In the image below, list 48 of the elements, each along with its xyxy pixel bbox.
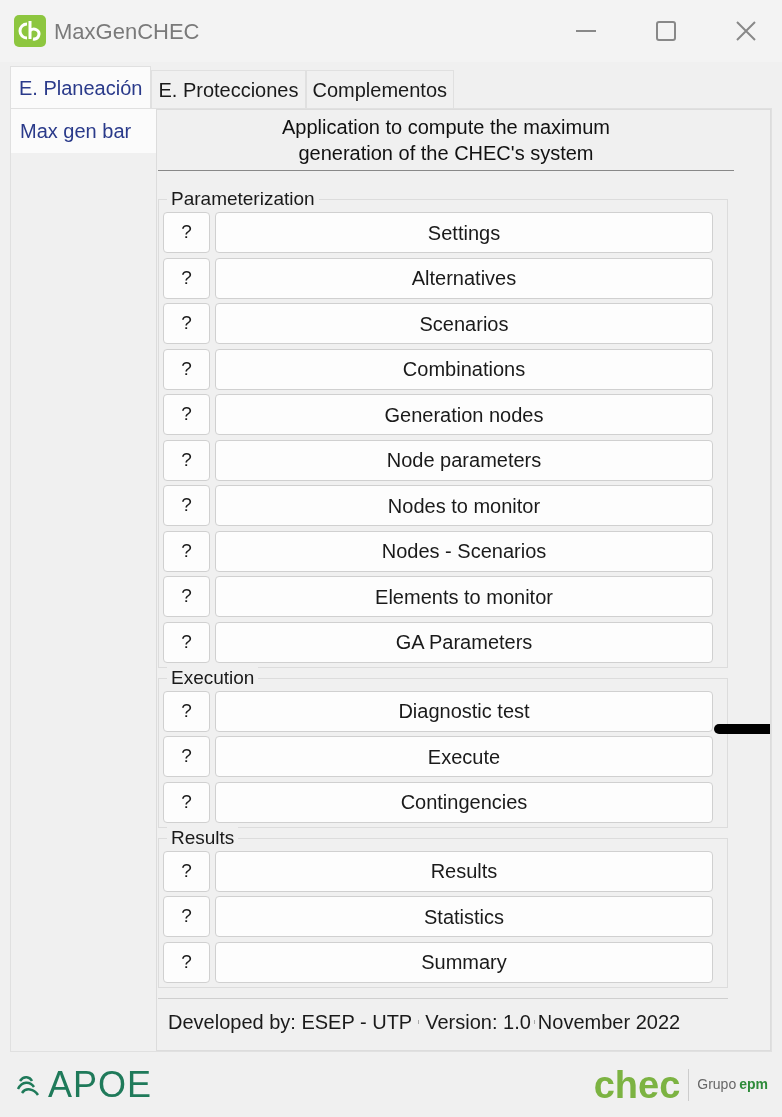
action-button[interactable]: GA Parameters (215, 621, 713, 663)
help-button[interactable]: ? (163, 485, 210, 526)
action-button[interactable]: Node parameters (215, 439, 713, 481)
action-button[interactable]: Contingencies (215, 781, 713, 823)
action-button[interactable]: Nodes to monitor (215, 485, 713, 526)
action-button[interactable]: Scenarios (215, 303, 713, 344)
action-button[interactable]: Execute (215, 736, 713, 777)
action-button[interactable]: Nodes - Scenarios (215, 530, 713, 572)
action-button[interactable]: Settings (215, 212, 713, 253)
action-button[interactable]: Summary (215, 941, 713, 983)
help-button[interactable]: ? (163, 303, 210, 344)
date-text: November 2022 (537, 1009, 681, 1035)
window-title: MaxGenCHEC (54, 17, 200, 46)
action-button[interactable]: Alternatives (215, 257, 713, 299)
epm-logo: epm (739, 1075, 768, 1094)
action-button[interactable]: Elements to monitor (215, 576, 713, 617)
help-button[interactable]: ? (163, 257, 210, 299)
header-text: Application to compute the maximum generation of the CHEC's system (281, 115, 611, 166)
apoe-logo: APOE (48, 1064, 153, 1105)
group-label: Grupo (697, 1075, 737, 1094)
developer-text: Developed by: ESEP - UTP (168, 1009, 413, 1035)
app-logo-icon (14, 15, 46, 47)
help-button[interactable]: ? (163, 850, 210, 892)
close-icon[interactable] (736, 21, 756, 41)
action-button[interactable]: Diagnostic test (215, 690, 713, 732)
help-button[interactable]: ? (163, 576, 210, 617)
help-button[interactable]: ? (163, 896, 210, 937)
action-button[interactable]: Generation nodes (215, 394, 713, 435)
help-button[interactable]: ? (163, 348, 210, 390)
help-button[interactable]: ? (163, 941, 210, 983)
action-button[interactable]: Results (215, 850, 713, 892)
tab[interactable]: E. Protecciones (151, 70, 306, 108)
action-button[interactable]: Statistics (215, 896, 713, 937)
version-text: Version: 1.0 (425, 1009, 531, 1035)
chec-logo: chec (593, 1064, 681, 1105)
tab[interactable]: Complementos (305, 70, 454, 108)
help-button[interactable]: ? (163, 781, 210, 823)
help-button[interactable]: ? (163, 530, 210, 572)
maximize-icon[interactable] (656, 21, 676, 41)
help-button[interactable]: ? (163, 621, 210, 663)
help-button[interactable]: ? (163, 212, 210, 253)
tab[interactable]: E. Planeación (10, 66, 152, 108)
help-button[interactable]: ? (163, 690, 210, 732)
help-button[interactable]: ? (163, 394, 210, 435)
help-button[interactable]: ? (163, 439, 210, 481)
help-button[interactable]: ? (163, 736, 210, 777)
dash-mark (714, 724, 770, 734)
action-button[interactable]: Combinations (215, 348, 713, 390)
